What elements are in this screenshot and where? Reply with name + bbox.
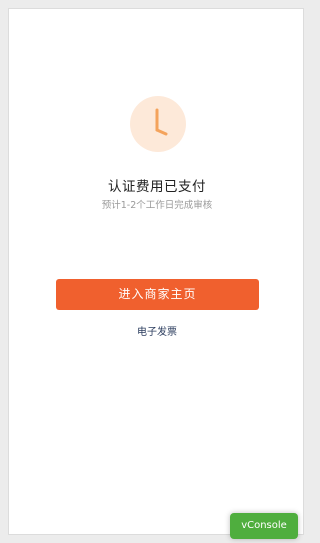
electronic-invoice-link[interactable]: 电子发票 bbox=[9, 323, 305, 338]
vconsole-button[interactable]: vConsole bbox=[230, 513, 298, 539]
enter-merchant-home-button[interactable]: 进入商家主页 bbox=[56, 279, 259, 310]
status-title: 认证费用已支付 bbox=[108, 179, 206, 195]
page-container: 认证费用已支付 预计1-2个工作日完成审核 进入商家主页 电子发票 bbox=[8, 8, 304, 535]
status-subtitle: 预计1-2个工作日完成审核 bbox=[101, 200, 213, 211]
clock-icon bbox=[130, 96, 186, 152]
